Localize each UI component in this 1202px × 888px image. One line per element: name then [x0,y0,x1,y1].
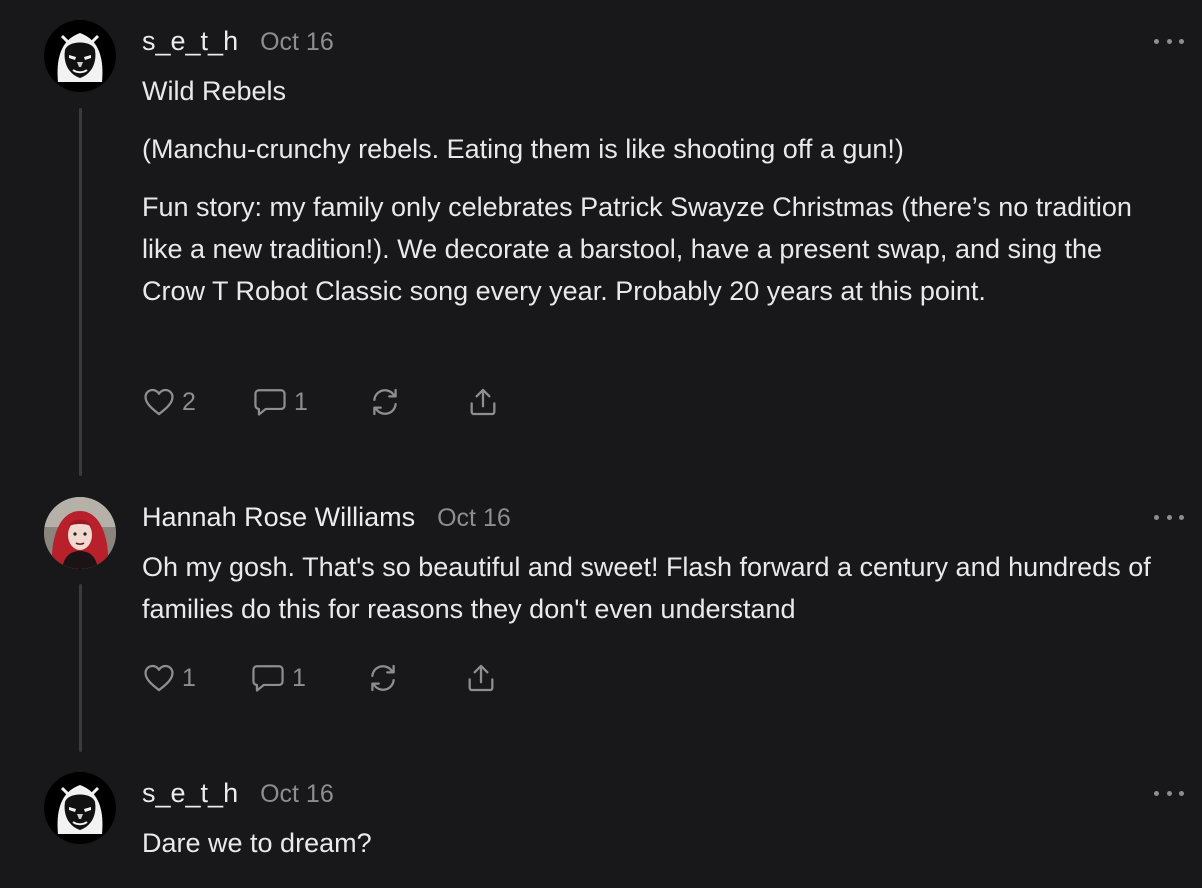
more-options-button[interactable] [1154,33,1184,49]
author-name[interactable]: Hannah Rose Williams [142,502,415,533]
heart-icon [144,664,174,692]
like-button[interactable]: 1 [142,661,250,695]
share-upload-icon [470,388,496,416]
author-name[interactable]: s_e_t_h [142,26,238,57]
reply-button[interactable]: 1 [250,661,366,695]
more-dot-icon [1179,514,1184,520]
more-dot-icon [1179,38,1184,44]
refresh-icon [373,388,397,416]
more-options-button[interactable] [1154,785,1184,801]
more-dot-icon [1166,38,1172,44]
share-button[interactable] [464,661,498,695]
hooded-face-avatar-icon [44,772,116,844]
comment-actions: 2 1 [142,382,500,422]
comment-bubble-icon [252,665,284,692]
author-name[interactable]: s_e_t_h [142,778,238,809]
more-dot-icon [1154,790,1159,796]
comment-paragraph: Fun story: my family only celebrates Pat… [142,192,1132,306]
restack-button[interactable] [366,661,464,695]
comment-body: Wild Rebels (Manchu-crunchy rebels. Eati… [142,70,1172,312]
comment-paragraph: Dare we to dream? [142,828,372,858]
comment-header: s_e_t_h Oct 16 [142,26,334,57]
profile-photo-red-hair [44,497,116,569]
more-options-button[interactable] [1154,509,1184,525]
refresh-icon [371,664,395,692]
heart-icon [144,388,174,416]
share-button[interactable] [466,385,500,419]
avatar[interactable] [44,497,116,569]
comment-body: Dare we to dream? [142,822,1172,864]
comment-paragraph: (Manchu-crunchy rebels. Eating them is l… [142,134,904,164]
comment-body: Oh my gosh. That's so beautiful and swee… [142,546,1172,630]
hooded-face-avatar-icon [44,20,116,92]
like-count: 2 [182,387,196,416]
comment-bubble-icon [254,389,286,416]
reply-button[interactable]: 1 [252,385,368,419]
more-dot-icon [1154,514,1159,520]
thread-line [79,108,82,476]
comment-header: s_e_t_h Oct 16 [142,778,334,809]
share-upload-icon [468,664,494,692]
more-dot-icon [1166,514,1172,520]
comment-paragraph: Wild Rebels [142,76,287,106]
avatar[interactable] [44,20,116,92]
reply-count: 1 [294,387,308,416]
comment-paragraph: Oh my gosh. That's so beautiful and swee… [142,552,1151,624]
more-dot-icon [1154,38,1159,44]
comment-date[interactable]: Oct 16 [437,504,511,533]
comment-header: Hannah Rose Williams Oct 16 [142,502,511,533]
comment-actions: 1 1 [142,658,498,698]
reply-count: 1 [292,663,306,692]
more-dot-icon [1179,790,1184,796]
restack-button[interactable] [368,385,466,419]
comment-date[interactable]: Oct 16 [260,780,334,809]
more-dot-icon [1166,790,1172,796]
avatar[interactable] [44,772,116,844]
comment-date[interactable]: Oct 16 [260,28,334,57]
like-button[interactable]: 2 [142,385,252,419]
thread-line [79,584,82,752]
like-count: 1 [182,663,196,692]
